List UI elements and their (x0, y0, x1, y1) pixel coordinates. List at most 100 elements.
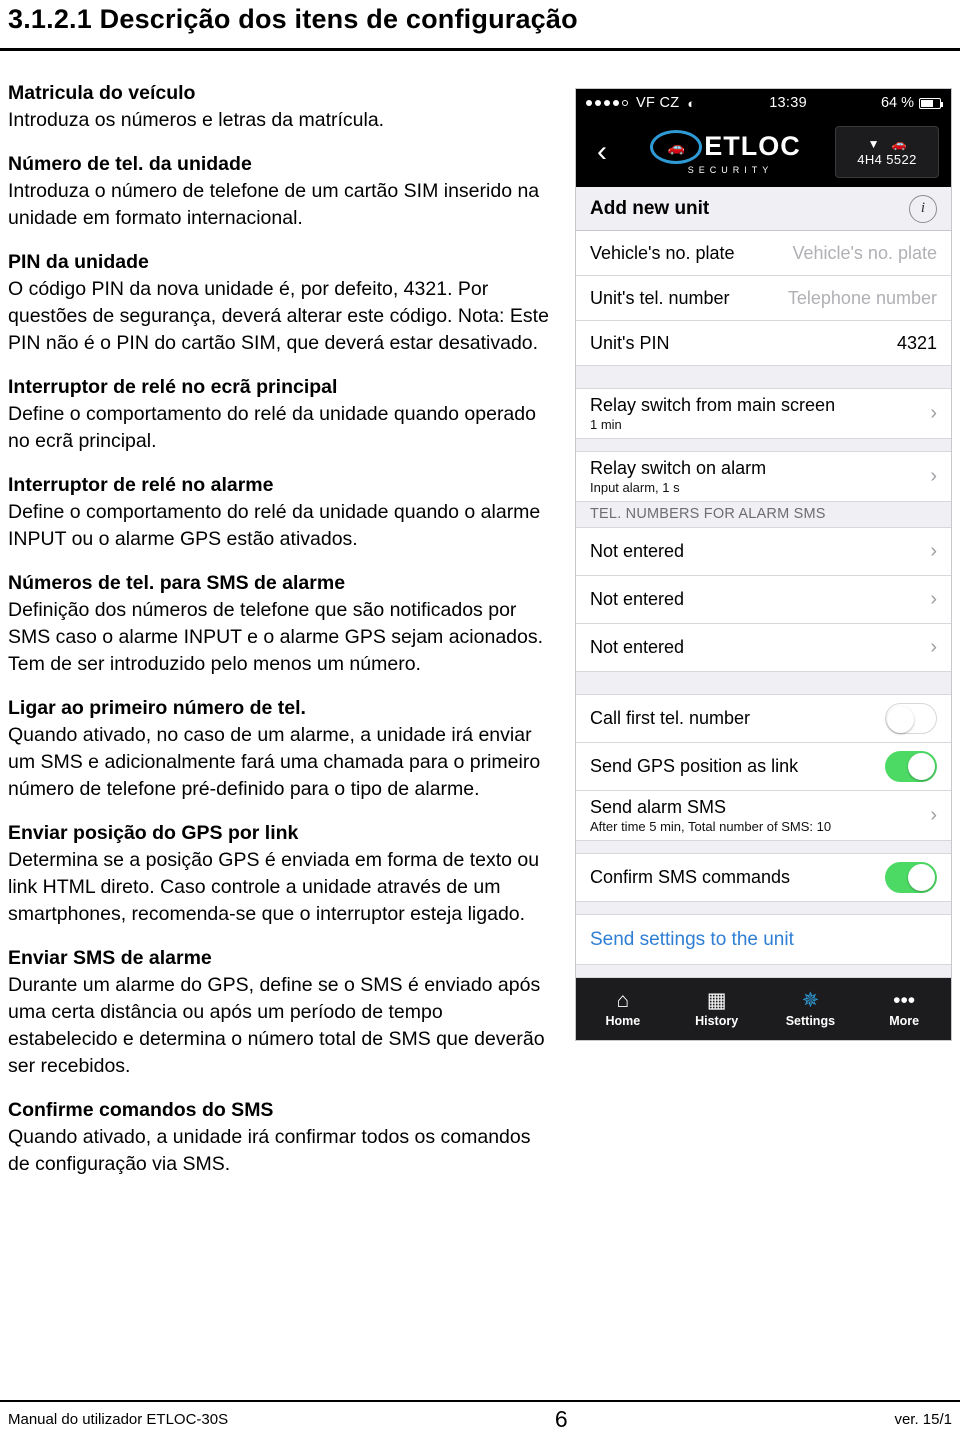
chevron-down-icon: ▼ (867, 137, 880, 151)
row-relay-on-alarm[interactable]: Relay switch on alarm Input alarm, 1 s › (576, 452, 951, 502)
section-gap (576, 439, 951, 452)
row-title: Relay switch from main screen (590, 395, 836, 415)
row-confirm-sms-commands[interactable]: Confirm SMS commands (576, 854, 951, 902)
footer-left: Manual do utilizador ETLOC-30S (8, 1411, 229, 1428)
field-vehicle-plate[interactable]: Vehicle's no. plate Vehicle's no. plate (576, 231, 951, 276)
section-item: Ligar ao primeiro número de tel. Quando … (8, 695, 553, 803)
status-bar: VF CZ ◐ 13:39 64 % (576, 89, 951, 117)
field-placeholder: Vehicle's no. plate (792, 242, 937, 263)
tab-bar: ⌂ Home ▦ History ✵ Settings ••• More (576, 978, 951, 1040)
toggle-call-first-number[interactable] (885, 703, 937, 734)
page-footer: Manual do utilizador ETLOC-30S 6 ver. 15… (0, 1406, 960, 1433)
section-body: Determina se a posição GPS é enviada em … (8, 849, 540, 925)
group-header-alarm-numbers: TEL. NUMBERS FOR ALARM SMS (576, 502, 951, 528)
row-send-gps-link[interactable]: Send GPS position as link (576, 743, 951, 791)
row-subtitle: Input alarm, 1 s (590, 480, 680, 495)
section-item: Interruptor de relé no alarme Define o c… (8, 472, 553, 553)
field-unit-tel[interactable]: Unit's tel. number Telephone number (576, 276, 951, 321)
chevron-right-icon: › (930, 636, 937, 658)
field-label: Unit's tel. number (590, 287, 730, 308)
app-logo: 🚗 ETLOC SECURITY (616, 129, 835, 175)
tab-label: More (889, 1014, 920, 1028)
field-value: 4321 (896, 332, 937, 353)
section-title: Enviar posição do GPS por link (8, 822, 299, 844)
section-body: Durante um alarme do GPS, define se o SM… (8, 974, 545, 1077)
section-gap (576, 841, 951, 854)
signal-strength-icon (586, 100, 628, 106)
field-label: Vehicle's no. plate (590, 242, 735, 263)
row-call-first-number[interactable]: Call first tel. number (576, 695, 951, 743)
tab-history[interactable]: ▦ History (670, 990, 764, 1028)
section-item: Interruptor de relé no ecrã principal De… (8, 374, 553, 455)
row-subtitle: After time 5 min, Total number of SMS: 1… (590, 819, 832, 834)
row-relay-main-screen[interactable]: Relay switch from main screen 1 min › (576, 389, 951, 439)
toggle-send-gps-link[interactable] (885, 751, 937, 782)
row-send-alarm-sms[interactable]: Send alarm SMS After time 5 min, Total n… (576, 791, 951, 841)
wifi-icon: ◐ (687, 95, 696, 111)
row-title: Not entered (590, 541, 685, 561)
row-title: Not entered (590, 637, 685, 657)
send-settings-button[interactable]: Send settings to the unit (576, 915, 951, 965)
tab-label: History (695, 1014, 739, 1028)
screen-title-row: Add new unit i (576, 187, 951, 231)
info-icon[interactable]: i (909, 194, 937, 223)
section-title: Confirme comandos do SMS (8, 1099, 274, 1121)
tab-settings[interactable]: ✵ Settings (764, 990, 858, 1028)
clock-label: 13:39 (769, 95, 807, 111)
row-alarm-number-1[interactable]: Not entered › (576, 528, 951, 576)
section-title: Ligar ao primeiro número de tel. (8, 697, 306, 719)
document-page: 3.1.2.1 Descrição dos itens de configura… (0, 0, 960, 1446)
section-body: Quando ativado, no caso de um alarme, a … (8, 724, 541, 800)
field-unit-pin[interactable]: Unit's PIN 4321 (576, 321, 951, 366)
section-title: Interruptor de relé no ecrã principal (8, 376, 338, 398)
gear-icon: ✵ (801, 989, 820, 1012)
home-icon: ⌂ (616, 989, 630, 1012)
section-title: Enviar SMS de alarme (8, 947, 212, 969)
section-gap (576, 672, 951, 695)
unit-selector[interactable]: ▼ 🚗 4H4 5522 (835, 126, 939, 178)
section-item: Enviar posição do GPS por link Determina… (8, 820, 553, 928)
tab-more[interactable]: ••• More (857, 990, 951, 1028)
chevron-right-icon: › (930, 402, 937, 424)
row-alarm-number-3[interactable]: Not entered › (576, 624, 951, 672)
tab-home[interactable]: ⌂ Home (576, 990, 670, 1028)
app-screenshot: VF CZ ◐ 13:39 64 % ‹ 🚗 ETLOC SECURITY ▼ (575, 88, 952, 1041)
description-column: Matricula do veículo Introduza os número… (8, 80, 553, 1195)
section-item: PIN da unidade O código PIN da nova unid… (8, 249, 553, 357)
toggle-confirm-sms-commands[interactable] (885, 862, 937, 893)
section-gap (576, 902, 951, 915)
battery-percent-label: 64 % (880, 95, 914, 111)
title-divider (0, 48, 960, 51)
car-icon: 🚗 (650, 129, 703, 164)
row-subtitle: 1 min (590, 417, 622, 432)
section-title: PIN da unidade (8, 251, 149, 273)
chevron-right-icon: › (930, 540, 937, 562)
chevron-right-icon: › (930, 588, 937, 610)
section-body: Definição dos números de telefone que sã… (8, 599, 544, 675)
section-title: Número de tel. da unidade (8, 153, 252, 175)
section-body: O código PIN da nova unidade é, por defe… (8, 278, 549, 354)
logo-subtitle: SECURITY (687, 164, 774, 175)
section-body: Introduza os números e letras da matrícu… (8, 109, 385, 131)
row-title: Call first tel. number (590, 708, 751, 728)
section-item: Enviar SMS de alarme Durante um alarme d… (8, 945, 553, 1080)
row-alarm-number-2[interactable]: Not entered › (576, 576, 951, 624)
footer-page-number: 6 (554, 1406, 568, 1432)
carrier-label: VF CZ (636, 95, 680, 111)
unit-plate-label: 4H4 5522 (857, 152, 917, 167)
chevron-right-icon: › (930, 804, 937, 826)
section-title: Números de tel. para SMS de alarme (8, 572, 346, 594)
section-title: Interruptor de relé no alarme (8, 474, 274, 496)
more-icon: ••• (893, 989, 916, 1012)
send-settings-label: Send settings to the unit (590, 928, 794, 950)
page-title: 3.1.2.1 Descrição dos itens de configura… (8, 4, 578, 34)
row-title: Send GPS position as link (590, 756, 799, 776)
row-title: Not entered (590, 589, 685, 609)
back-button[interactable]: ‹ (588, 137, 616, 167)
section-title: Matricula do veículo (8, 82, 196, 104)
section-body: Quando ativado, a unidade irá confirmar … (8, 1126, 531, 1175)
section-body: Introduza o número de telefone de um car… (8, 180, 540, 229)
section-item: Número de tel. da unidade Introduza o nú… (8, 151, 553, 232)
vehicle-icon: 🚗 (891, 137, 907, 151)
screen-title: Add new unit (590, 197, 710, 219)
